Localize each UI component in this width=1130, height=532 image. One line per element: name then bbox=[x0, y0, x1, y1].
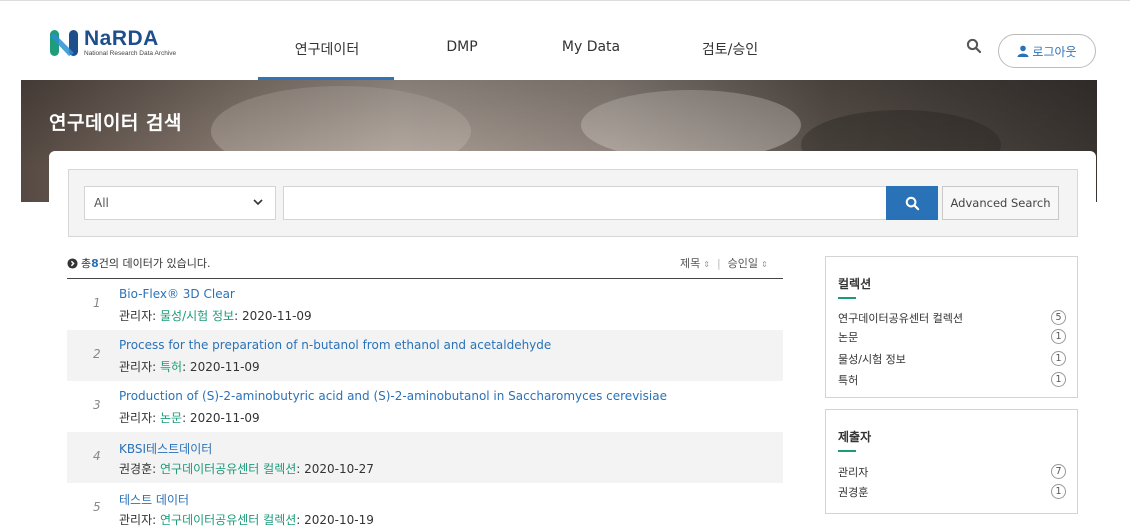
search-input[interactable] bbox=[283, 186, 887, 220]
facet-item[interactable]: 연구데이터공유센터 컬렉션 5 bbox=[838, 310, 1066, 328]
result-row: 5 테스트 데이터 관리자: 연구데이터공유센터 컬렉션: 2020-10-19 bbox=[67, 483, 783, 532]
result-title-link[interactable]: Process for the preparation of n-butanol… bbox=[119, 338, 551, 352]
facet-item[interactable]: 논문 1 bbox=[838, 329, 1066, 347]
search-scope-value: All bbox=[94, 196, 109, 210]
facet-count-badge: 1 bbox=[1051, 329, 1066, 344]
logo-name: NaRDA bbox=[84, 27, 159, 50]
search-icon[interactable] bbox=[966, 38, 982, 54]
top-header: NaRDA National Research Data Archive 연구데… bbox=[0, 0, 1130, 80]
result-count: 총 8 건의 데이터가 있습니다. bbox=[67, 255, 210, 271]
search-icon bbox=[905, 196, 919, 210]
chevron-down-icon bbox=[253, 199, 263, 206]
result-meta: 관리자: 물성/시험 정보: 2020-11-09 bbox=[119, 309, 312, 323]
collection-facet-panel: 컬렉션 연구데이터공유센터 컬렉션 5 논문 1 물성/시험 정보 1 특허 1 bbox=[825, 256, 1078, 398]
result-title-link[interactable]: KBSI테스트데이터 bbox=[119, 440, 212, 457]
count-suffix: 건의 데이터가 있습니다. bbox=[98, 257, 211, 270]
site-logo[interactable]: NaRDA National Research Data Archive bbox=[48, 27, 176, 59]
category-link[interactable]: 특허 bbox=[160, 360, 182, 374]
row-number: 2 bbox=[93, 347, 101, 361]
facet-count-badge: 1 bbox=[1051, 351, 1066, 366]
result-meta: 권경훈: 연구데이터공유센터 컬렉션: 2020-10-27 bbox=[119, 462, 374, 476]
user-icon bbox=[1017, 45, 1029, 57]
category-link[interactable]: 물성/시험 정보 bbox=[160, 309, 234, 323]
category-link[interactable]: 연구데이터공유센터 컬렉션 bbox=[160, 513, 296, 527]
advanced-search-button[interactable]: Advanced Search bbox=[942, 186, 1059, 220]
count-prefix: 총 bbox=[81, 257, 92, 270]
search-button[interactable] bbox=[886, 186, 938, 220]
nav-dmp[interactable]: DMP bbox=[446, 39, 477, 55]
sort-controls: 제목 ⇕ | 승인일 ⇕ bbox=[680, 255, 768, 271]
search-scope-select[interactable]: All bbox=[84, 186, 276, 220]
nav-my-data[interactable]: My Data bbox=[562, 39, 620, 55]
facet-title: 컬렉션 bbox=[838, 277, 872, 291]
sort-by-approval-date[interactable]: 승인일 ⇕ bbox=[728, 255, 768, 271]
logo-subtitle: National Research Data Archive bbox=[84, 50, 177, 57]
narda-logo-icon bbox=[48, 27, 80, 59]
facet-item[interactable]: 관리자 7 bbox=[838, 464, 1066, 482]
result-title-link[interactable]: 테스트 데이터 bbox=[119, 491, 189, 508]
result-title-link[interactable]: Production of (S)-2-aminobutyric acid an… bbox=[119, 389, 667, 403]
facet-count-badge: 1 bbox=[1051, 484, 1066, 499]
submitter-facet-panel: 제출자 관리자 7 권경훈 1 bbox=[825, 409, 1078, 514]
result-meta: 관리자: 연구데이터공유센터 컬렉션: 2020-10-19 bbox=[119, 513, 374, 527]
result-title-link[interactable]: Bio-Flex® 3D Clear bbox=[119, 287, 235, 301]
category-link[interactable]: 논문 bbox=[160, 411, 182, 425]
sort-arrows-icon: ⇕ bbox=[761, 260, 768, 269]
logout-label: 로그아웃 bbox=[1032, 44, 1077, 59]
facet-count-badge: 1 bbox=[1051, 372, 1066, 387]
result-row: 1 Bio-Flex® 3D Clear 관리자: 물성/시험 정보: 2020… bbox=[67, 279, 783, 330]
sort-arrows-icon: ⇕ bbox=[703, 260, 710, 269]
row-number: 3 bbox=[93, 398, 101, 412]
result-meta: 관리자: 논문: 2020-11-09 bbox=[119, 411, 260, 425]
facet-title: 제출자 bbox=[838, 430, 872, 444]
result-row: 4 KBSI테스트데이터 권경훈: 연구데이터공유센터 컬렉션: 2020-10… bbox=[67, 432, 783, 483]
facet-count-badge: 5 bbox=[1051, 310, 1066, 325]
logout-button[interactable]: 로그아웃 bbox=[998, 34, 1096, 68]
facet-title-underline bbox=[838, 450, 856, 452]
facet-item[interactable]: 권경훈 1 bbox=[838, 484, 1066, 502]
nav-research-data[interactable]: 연구데이터 bbox=[295, 39, 359, 59]
page-title: 연구데이터 검색 bbox=[49, 112, 182, 134]
row-number: 5 bbox=[93, 500, 101, 514]
result-meta: 관리자: 특허: 2020-11-09 bbox=[119, 360, 260, 374]
nav-review-approval[interactable]: 검토/승인 bbox=[702, 39, 758, 59]
row-number: 4 bbox=[93, 449, 101, 463]
count-number: 8 bbox=[91, 256, 99, 270]
facet-count-badge: 7 bbox=[1051, 464, 1066, 479]
circle-arrow-icon bbox=[67, 257, 78, 269]
sort-by-title[interactable]: 제목 ⇕ bbox=[680, 255, 710, 271]
result-row: 2 Process for the preparation of n-butan… bbox=[67, 330, 783, 381]
facet-item[interactable]: 물성/시험 정보 1 bbox=[838, 351, 1066, 369]
result-row: 3 Production of (S)-2-aminobutyric acid … bbox=[67, 381, 783, 432]
facet-item[interactable]: 특허 1 bbox=[838, 372, 1066, 390]
category-link[interactable]: 연구데이터공유센터 컬렉션 bbox=[160, 462, 296, 476]
facet-title-underline bbox=[838, 297, 856, 299]
row-number: 1 bbox=[93, 296, 101, 310]
